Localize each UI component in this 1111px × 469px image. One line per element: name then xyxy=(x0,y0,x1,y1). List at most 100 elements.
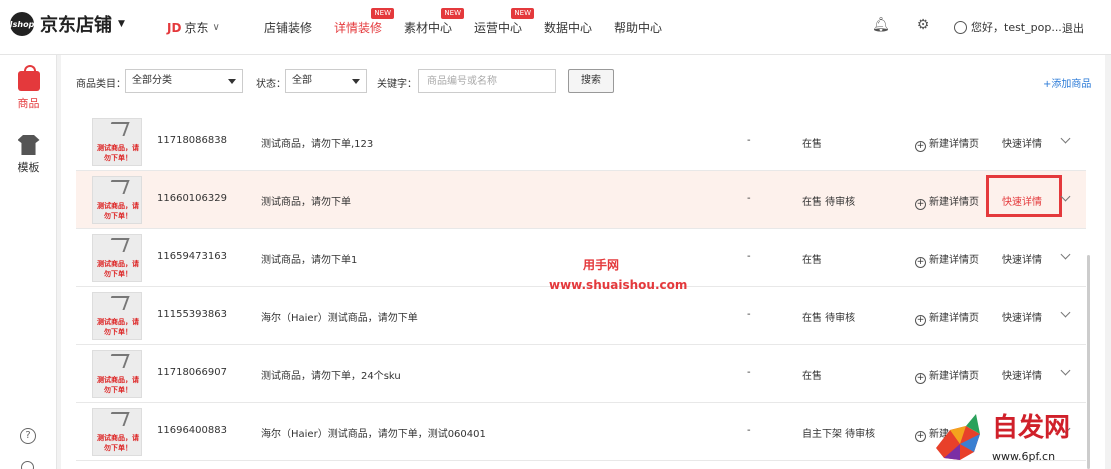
chevron-down-icon[interactable] xyxy=(1060,191,1071,202)
user-greeting: 您好，test_pop... xyxy=(971,21,1062,34)
thumbnail-caption: 测试商品，请勿下单！ xyxy=(97,144,139,162)
product-thumbnail[interactable]: 测试商品，请勿下单！ xyxy=(92,176,142,224)
product-thumbnail[interactable]: 测试商品，请勿下单！ xyxy=(92,292,142,340)
product-thumbnail[interactable]: 测试商品，请勿下单！ xyxy=(92,408,142,456)
product-thumbnail[interactable]: 测试商品，请勿下单！ xyxy=(92,234,142,282)
caret-down-icon xyxy=(228,79,236,84)
product-name: 测试商品，请勿下单,123 xyxy=(261,139,374,150)
keyword-label: 关键字： xyxy=(377,79,417,90)
caret-down-icon xyxy=(352,79,360,84)
bell-icon[interactable]: 🔔︎ xyxy=(872,17,890,33)
logo-text: 京东店铺 xyxy=(40,15,112,36)
product-id: 11696400883 xyxy=(157,425,227,436)
plus-circle-icon: + xyxy=(915,315,926,326)
caret-down-icon[interactable]: ▼ xyxy=(118,19,125,29)
sidebar-item-products[interactable]: 商品 xyxy=(0,65,57,111)
pliers-image xyxy=(106,296,130,310)
left-sidebar: 商品 模板 ? xyxy=(0,55,57,469)
chevron-down-icon[interactable] xyxy=(1060,249,1071,260)
product-id: 11718086838 xyxy=(157,135,227,146)
chevron-down-icon[interactable] xyxy=(1060,365,1071,376)
nav-label: 运营中心 xyxy=(474,21,523,35)
status-select[interactable]: 全部 xyxy=(285,69,367,93)
table-row: 测试商品，请勿下单！ 11718066907 测试商品，请勿下单，24个sku - 在售… xyxy=(76,345,1086,403)
product-status: 在售 xyxy=(802,139,822,150)
nav-item-help-center[interactable]: 帮助中心 xyxy=(614,19,662,36)
chevron-down-icon[interactable] xyxy=(1060,307,1071,318)
new-detail-label: 新建详情页 xyxy=(929,255,979,266)
new-detail-button[interactable]: + 新建详情页 xyxy=(915,135,979,152)
new-detail-button[interactable]: + 新建详情页 xyxy=(915,251,979,268)
jd-logo-icon: JD xyxy=(167,20,182,35)
product-name: 测试商品，请勿下单 xyxy=(261,197,351,208)
chevron-down-icon[interactable] xyxy=(1060,133,1071,144)
chevron-down-icon: ∨ xyxy=(212,22,220,33)
gear-icon[interactable]: ⚙ xyxy=(915,17,931,33)
new-detail-label: 新建详情页 xyxy=(929,313,979,324)
new-detail-button[interactable]: + 新建详情页 xyxy=(915,367,979,384)
category-select[interactable]: 全部分类 xyxy=(125,69,243,93)
product-status: 在售 xyxy=(802,255,822,266)
product-name: 测试商品，请勿下单1 xyxy=(261,255,358,266)
watermark-text: 用手网 xyxy=(583,258,620,272)
thumbnail-caption: 测试商品，请勿下单！ xyxy=(97,260,139,278)
category-value: 全部分类 xyxy=(132,75,172,86)
status-value: 全部 xyxy=(292,75,312,86)
help-icon[interactable]: ? xyxy=(20,428,36,444)
category-label: 商品类目： xyxy=(76,79,126,90)
new-detail-label: 新建详情页 xyxy=(929,197,979,208)
watermark-url: www.shuaishou.com xyxy=(549,278,688,292)
highlight-box xyxy=(986,175,1062,217)
add-product-link[interactable]: +添加商品 xyxy=(1043,75,1091,90)
logout-link[interactable]: 退出 xyxy=(1062,20,1084,36)
shopping-bag-icon xyxy=(17,65,40,91)
nav-label: 数据中心 xyxy=(544,21,593,35)
nav-item-data-center[interactable]: 数据中心 xyxy=(544,19,592,36)
product-name: 海尔（Haier）测试商品，请勿下单 xyxy=(261,313,418,324)
thumbnail-caption: 测试商品，请勿下单！ xyxy=(97,434,139,452)
plus-circle-icon: + xyxy=(915,199,926,210)
quick-detail-button[interactable]: 快速详情 xyxy=(1002,367,1042,382)
product-status: 在售 待审核 xyxy=(802,313,856,324)
jd-switcher[interactable]: JD 京东 ∨ xyxy=(167,19,220,36)
product-thumbnail[interactable]: 测试商品，请勿下单！ xyxy=(92,118,142,166)
nav-label: 店铺装修 xyxy=(264,21,313,35)
new-detail-button[interactable]: + 新建详情页 xyxy=(915,193,979,210)
pliers-image xyxy=(106,180,130,194)
search-icon[interactable] xyxy=(21,461,34,469)
product-thumbnail[interactable]: 测试商品，请勿下单！ xyxy=(92,350,142,398)
jshop-logo[interactable]: Jshop 京东店铺 ▼ xyxy=(10,11,125,37)
product-id: 11660106329 xyxy=(157,193,227,204)
nav-label: 详情装修 xyxy=(334,21,383,35)
product-status: 在售 待审核 xyxy=(802,197,856,208)
product-price: - xyxy=(747,425,751,436)
status-label: 状态： xyxy=(256,79,286,90)
jd-label: 京东 xyxy=(184,21,209,35)
quick-detail-button[interactable]: 快速详情 xyxy=(1002,309,1042,324)
quick-detail-button[interactable]: 快速详情 xyxy=(1002,135,1042,150)
tshirt-icon xyxy=(17,135,40,155)
brand-url: www.6pf.cn xyxy=(992,450,1055,463)
keyword-input[interactable] xyxy=(418,69,556,93)
new-badge: NEW xyxy=(441,8,465,19)
thumbnail-caption: 测试商品，请勿下单！ xyxy=(97,376,139,394)
plus-circle-icon: + xyxy=(915,373,926,384)
nav-item-store-decoration[interactable]: 店铺装修 xyxy=(264,19,312,36)
plus-circle-icon: + xyxy=(915,431,926,442)
user-icon xyxy=(954,20,967,34)
user-menu[interactable]: 您好，test_pop... xyxy=(954,19,1062,35)
nav-item-detail-decoration[interactable]: 详情装修 NEW xyxy=(334,8,395,36)
new-badge: NEW xyxy=(371,8,395,19)
product-price: - xyxy=(747,193,751,204)
search-button[interactable]: 搜索 xyxy=(568,69,614,93)
product-status: 自主下架 待审核 xyxy=(802,429,876,440)
plus-circle-icon: + xyxy=(915,141,926,152)
sidebar-item-templates[interactable]: 模板 xyxy=(0,135,57,175)
pliers-image xyxy=(106,412,130,426)
sidebar-item-label: 模板 xyxy=(17,161,40,174)
nav-item-material-center[interactable]: 素材中心 NEW xyxy=(404,8,465,36)
nav-item-operation-center[interactable]: 运营中心 NEW xyxy=(474,8,535,36)
product-price: - xyxy=(747,309,751,320)
quick-detail-button[interactable]: 快速详情 xyxy=(1002,251,1042,266)
new-detail-button[interactable]: + 新建详情页 xyxy=(915,309,979,326)
